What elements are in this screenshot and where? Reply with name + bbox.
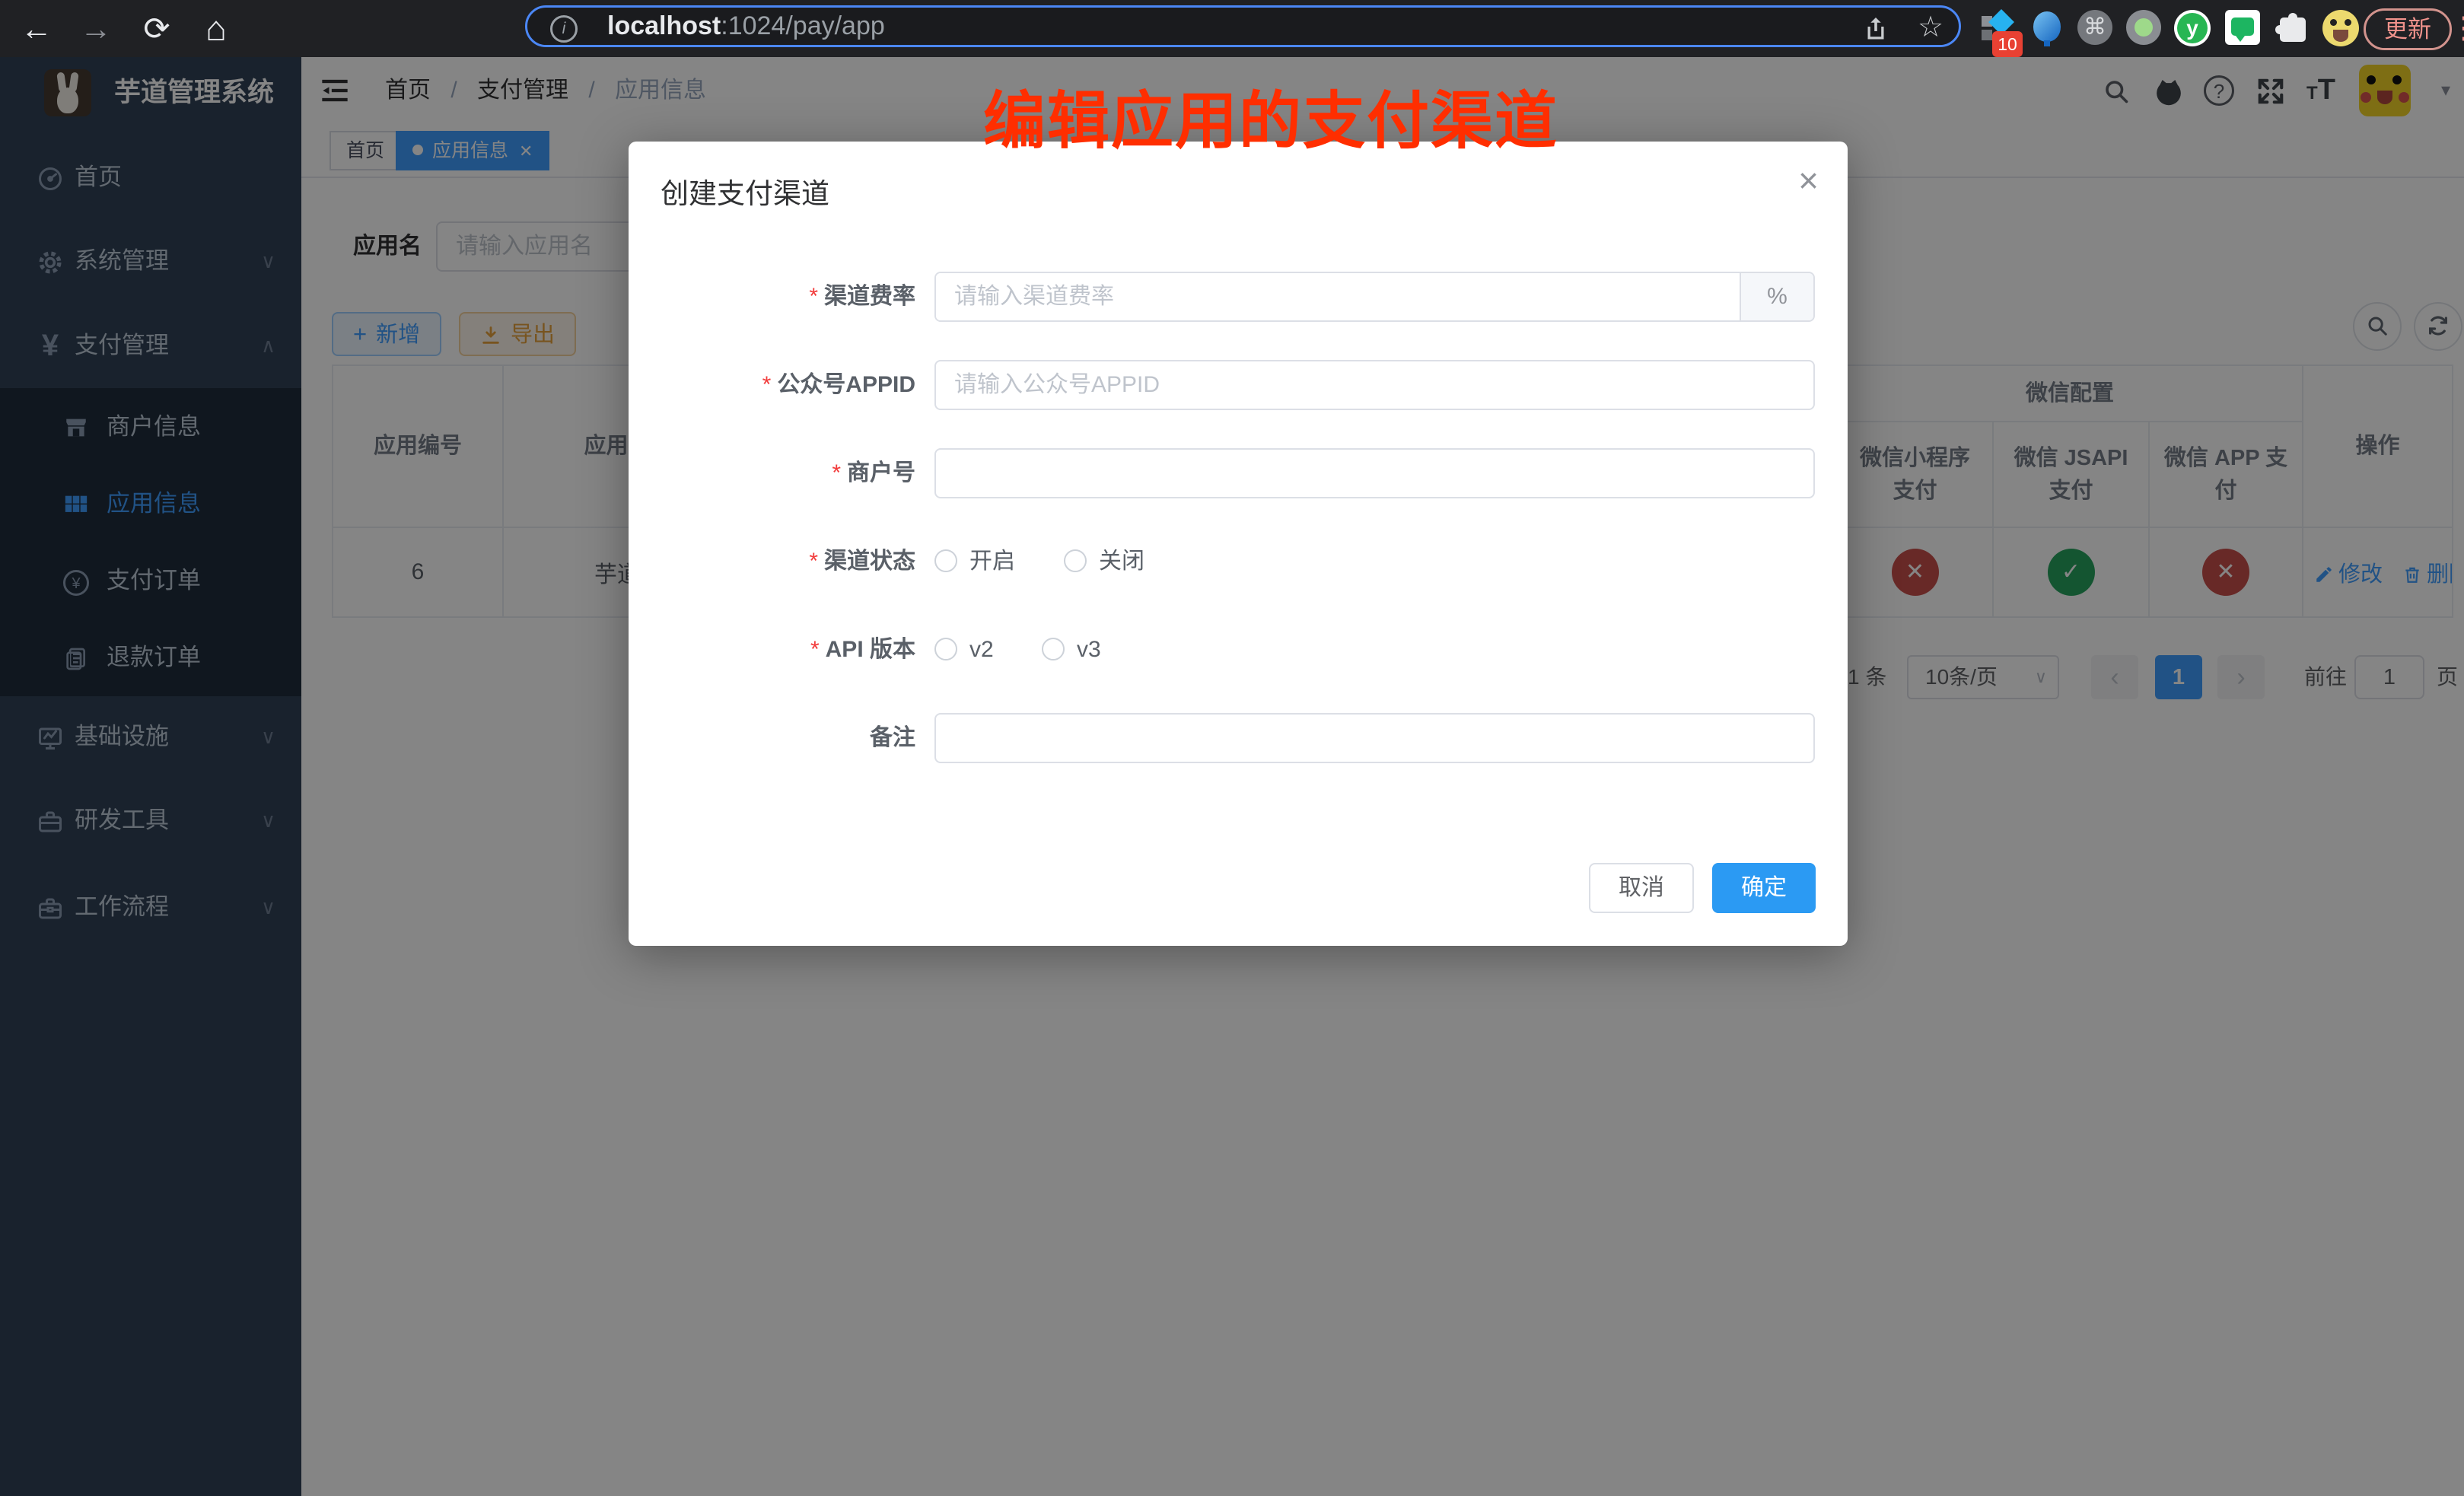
- radio-icon: [1064, 549, 1087, 572]
- field-channel-rate: *渠道费率 %: [629, 272, 1848, 322]
- site-info-icon[interactable]: i: [550, 15, 578, 43]
- browser-reload-icon[interactable]: ⟳: [134, 0, 180, 57]
- cancel-button[interactable]: 取消: [1589, 863, 1694, 913]
- radio-icon: [934, 549, 957, 572]
- field-remark: 备注: [629, 713, 1848, 763]
- mp-appid-input[interactable]: [934, 360, 1815, 410]
- radio-status-open[interactable]: 开启: [934, 536, 1015, 587]
- field-merchant-no: *商户号: [629, 448, 1848, 498]
- create-payment-channel-dialog: 创建支付渠道 × *渠道费率 % *公众号APPID *商户号 *渠道状态 开启…: [629, 142, 1848, 946]
- radio-icon: [1042, 638, 1065, 660]
- channel-rate-input-group: %: [934, 272, 1815, 322]
- extension-diamond-icon[interactable]: 10: [1982, 10, 2018, 46]
- browser-home-icon[interactable]: ⌂: [193, 0, 239, 57]
- dialog-title: 创建支付渠道: [661, 170, 829, 212]
- extension-chat-icon[interactable]: [2225, 10, 2262, 46]
- address-bar[interactable]: i localhost:1024/pay/app ☆: [525, 5, 1961, 47]
- browser-forward-icon[interactable]: →: [73, 0, 119, 57]
- radio-icon: [934, 638, 957, 660]
- screen: ← → ⟳ ⌂ i localhost:1024/pay/app ☆ 10 ⌘: [0, 0, 2464, 1496]
- remark-input[interactable]: [934, 713, 1815, 763]
- browser-back-icon[interactable]: ←: [14, 0, 59, 57]
- url-text[interactable]: localhost:1024/pay/app: [607, 8, 885, 45]
- extension-y-icon[interactable]: y: [2174, 10, 2211, 46]
- field-channel-status: *渠道状态 开启 关闭: [629, 536, 1848, 587]
- radio-status-closed[interactable]: 关闭: [1064, 536, 1144, 587]
- field-api-version: *API 版本 v2 v3: [629, 625, 1848, 675]
- field-mp-appid: *公众号APPID: [629, 360, 1848, 410]
- extension-command-icon[interactable]: ⌘: [2077, 10, 2114, 46]
- dialog-close-icon[interactable]: ×: [1798, 160, 1819, 201]
- extension-badge: 10: [1992, 31, 2023, 57]
- extension-balloon-icon[interactable]: [2030, 10, 2067, 46]
- profile-emoji-icon[interactable]: [2322, 10, 2359, 46]
- radio-api-v3[interactable]: v3: [1042, 625, 1101, 675]
- share-icon[interactable]: [1859, 11, 1893, 44]
- merchant-no-input[interactable]: [934, 448, 1815, 498]
- browser-menu-icon[interactable]: ⋮: [2449, 0, 2464, 57]
- radio-api-v2[interactable]: v2: [934, 625, 994, 675]
- confirm-button[interactable]: 确定: [1712, 863, 1816, 913]
- percent-append: %: [1740, 273, 1813, 320]
- extension-dot-icon[interactable]: [2126, 10, 2163, 46]
- browser-update-button[interactable]: 更新: [2364, 8, 2452, 50]
- extensions-puzzle-icon[interactable]: [2275, 10, 2312, 46]
- bookmark-star-icon[interactable]: ☆: [1914, 11, 1947, 44]
- browser-chrome: ← → ⟳ ⌂ i localhost:1024/pay/app ☆ 10 ⌘: [0, 0, 2464, 57]
- annotation-text: 编辑应用的支付渠道: [983, 70, 1558, 161]
- channel-rate-input[interactable]: [936, 273, 1740, 320]
